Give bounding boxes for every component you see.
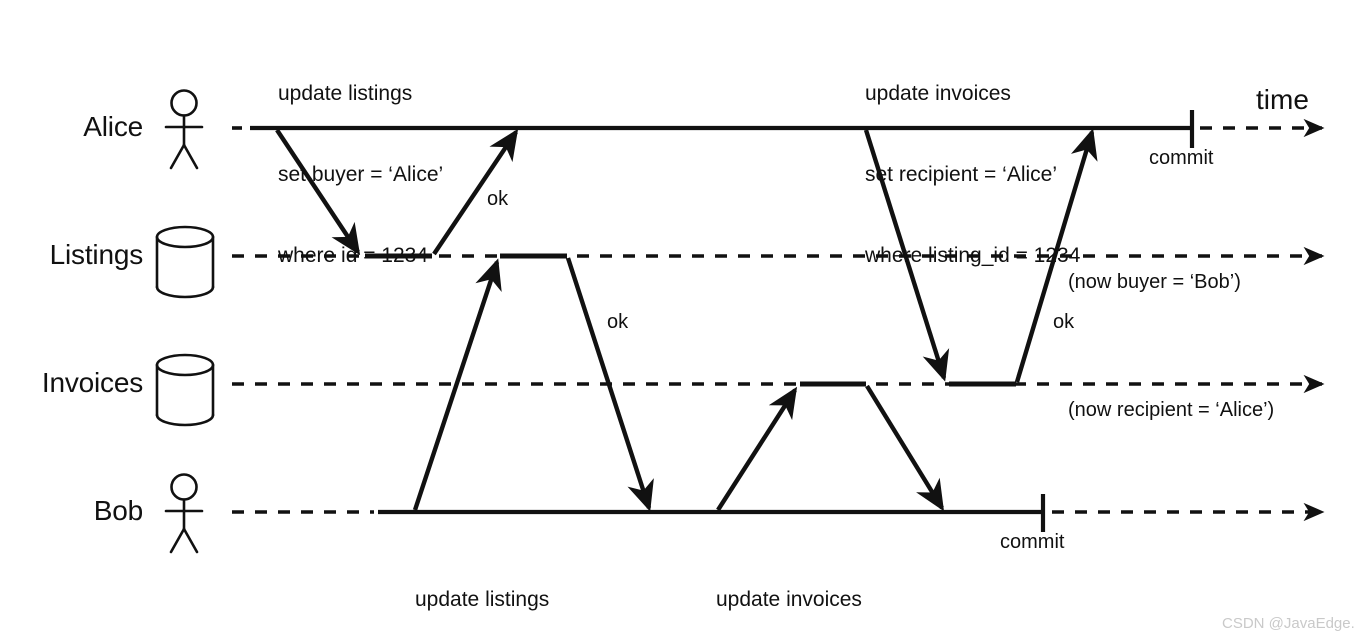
sql-line-3: where listing_id = 1234: [865, 244, 1081, 267]
sql-block-bob-invoices: update invoices set recipient = ‘Bob’ wh…: [716, 532, 931, 642]
sql-block-alice-listings: update listings set buyer = ‘Alice’ wher…: [278, 26, 443, 323]
actor-stick-figure-icon-bob: [164, 473, 204, 554]
sql-block-alice-invoices: update invoices set recipient = ‘Alice’ …: [865, 26, 1080, 323]
lifeline-bob: [232, 494, 1325, 532]
reply-label-listings-to-alice-ok: ok: [487, 188, 509, 210]
sql-line-2: set recipient = ‘Alice’: [865, 163, 1058, 186]
lane-label-invoices: Invoices: [41, 367, 143, 398]
sql-line-1: update invoices: [716, 588, 862, 611]
sql-line-1: update listings: [278, 82, 413, 105]
commit-label-bob: commit: [1000, 531, 1065, 553]
sql-block-bob-listings: update listings set buyer = ‘Bob’ where …: [415, 532, 572, 642]
reply-label-invoices-to-alice-ok: ok: [1053, 311, 1075, 333]
commit-label-alice: commit: [1149, 147, 1214, 169]
lane-label-listings: Listings: [49, 239, 144, 270]
arrow-bob-to-invoices: [716, 386, 798, 512]
time-axis-label: time: [1256, 84, 1309, 115]
lane-label-bob: Bob: [93, 495, 143, 526]
diagram-canvas: Alice Listings Invoices Bob time update …: [0, 0, 1367, 642]
lane-label-alice: Alice: [83, 111, 143, 142]
sequence-diagram-graphics: [155, 89, 1325, 554]
outcome-note-listings: (now buyer = ‘Bob’): [1068, 271, 1241, 293]
watermark: CSDN @JavaEdge.: [1222, 615, 1355, 632]
sql-line-1: update invoices: [865, 82, 1011, 105]
reply-label-listings-to-bob-ok: ok: [607, 311, 629, 333]
arrow-invoices-to-bob-ok: [865, 384, 945, 512]
sql-line-3: where id = 1234: [278, 244, 429, 267]
sql-line-1: update listings: [415, 588, 550, 611]
outcome-note-invoices: (now recipient = ‘Alice’): [1068, 399, 1275, 421]
actor-stick-figure-icon-alice: [164, 89, 204, 170]
database-cylinder-icon-listings: [155, 225, 215, 299]
database-cylinder-icon-invoices: [155, 353, 215, 427]
sql-line-2: set buyer = ‘Alice’: [278, 163, 444, 186]
